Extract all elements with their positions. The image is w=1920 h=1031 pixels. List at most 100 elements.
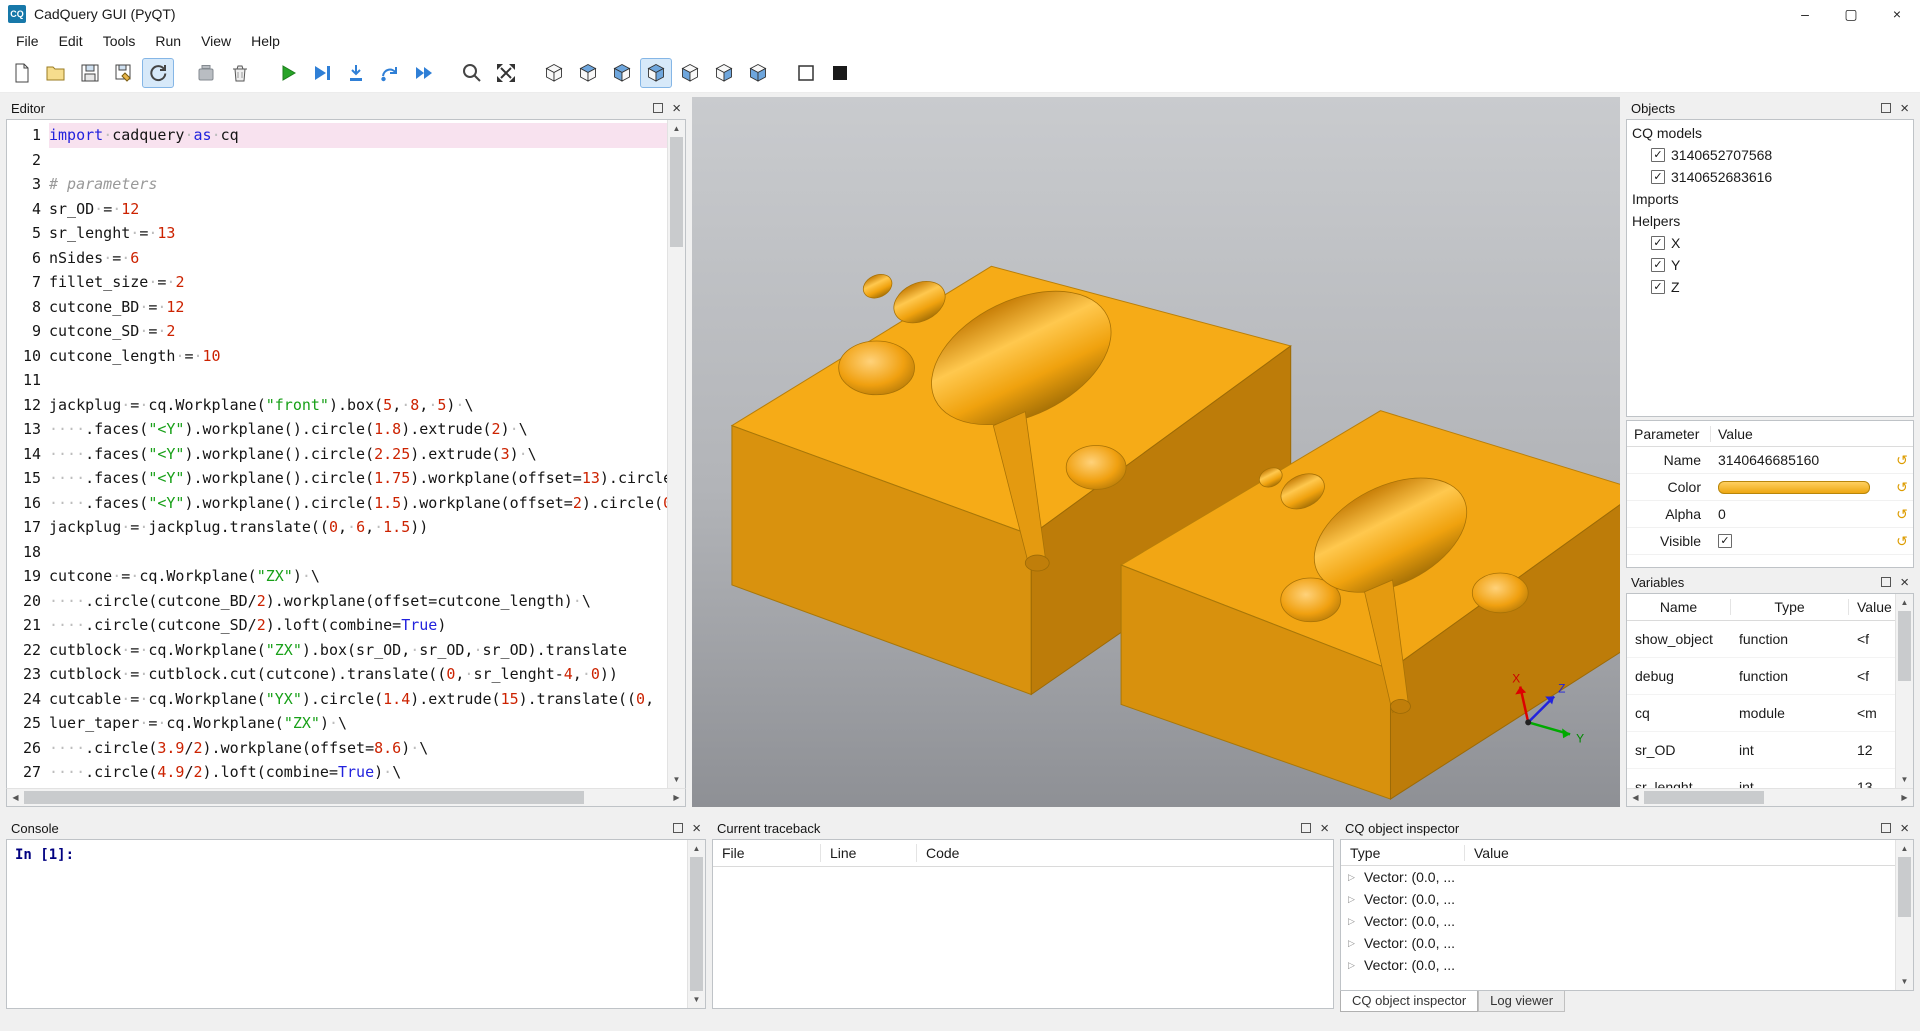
step-button[interactable]: [340, 58, 372, 88]
save-button[interactable]: [74, 58, 106, 88]
checkbox[interactable]: ✓: [1651, 148, 1665, 162]
shaded-button[interactable]: [824, 58, 856, 88]
variables-vscrollbar[interactable]: ▲ ▼: [1895, 594, 1913, 788]
float-panel-icon[interactable]: [1881, 577, 1891, 587]
variable-row[interactable]: sr_lenghtint13: [1627, 769, 1895, 788]
column-header[interactable]: Value: [1849, 599, 1895, 615]
view-top-button[interactable]: [572, 58, 604, 88]
scroll-thumb[interactable]: [1898, 611, 1911, 681]
code-line[interactable]: 14····.faces("<Y").workplane().circle(2.…: [7, 442, 667, 467]
code-line[interactable]: 20····.circle(cutcone_BD/2).workplane(of…: [7, 589, 667, 614]
checkbox[interactable]: ✓: [1651, 280, 1665, 294]
checkbox[interactable]: ✓: [1651, 258, 1665, 272]
variables-hscrollbar[interactable]: ◀ ▶: [1627, 788, 1913, 806]
reset-icon[interactable]: ↺: [1891, 533, 1913, 550]
inspector-row[interactable]: ▷Vector: (0.0, ...: [1341, 888, 1895, 910]
editor-hscrollbar[interactable]: ◀ ▶: [6, 788, 686, 807]
new-file-button[interactable]: [6, 58, 38, 88]
code-line[interactable]: 3# parameters: [7, 172, 667, 197]
column-header[interactable]: Value: [1711, 426, 1753, 442]
scroll-left-icon[interactable]: ◀: [1627, 789, 1644, 806]
param-row[interactable]: Name3140646685160↺: [1627, 447, 1913, 474]
checkbox[interactable]: ✓: [1651, 170, 1665, 184]
variable-row[interactable]: debugfunction<f: [1627, 658, 1895, 695]
code-line[interactable]: 1import·cadquery·as·cq: [7, 123, 667, 148]
console-prompt[interactable]: In [1]:: [7, 840, 687, 1008]
reset-icon[interactable]: ↺: [1891, 452, 1913, 469]
code-line[interactable]: 11: [7, 368, 667, 393]
scroll-down-icon[interactable]: ▼: [668, 771, 685, 788]
code-line[interactable]: 6nSides·=·6: [7, 246, 667, 271]
view-iso-button[interactable]: [538, 58, 570, 88]
menu-item-file[interactable]: File: [6, 30, 49, 52]
variable-row[interactable]: sr_ODint12: [1627, 732, 1895, 769]
step-next-button[interactable]: [374, 58, 406, 88]
menu-item-view[interactable]: View: [191, 30, 241, 52]
tab-log-viewer[interactable]: Log viewer: [1478, 991, 1565, 1012]
scroll-thumb[interactable]: [670, 137, 683, 247]
code-line[interactable]: 19cutcone·=·cq.Workplane("ZX")·\: [7, 564, 667, 589]
reset-icon[interactable]: ↺: [1891, 506, 1913, 523]
continue-button[interactable]: [408, 58, 440, 88]
code-line[interactable]: 18: [7, 540, 667, 565]
column-header[interactable]: Name: [1627, 599, 1731, 615]
code-line[interactable]: 7fillet_size·=·2: [7, 270, 667, 295]
menu-item-run[interactable]: Run: [145, 30, 191, 52]
code-line[interactable]: 27····.circle(4.9/2).loft(combine=True)·…: [7, 760, 667, 785]
viewport-3d[interactable]: X Z Y: [692, 97, 1620, 807]
inspector-row[interactable]: ▷Vector: (0.0, ...: [1341, 932, 1895, 954]
scroll-up-icon[interactable]: ▲: [688, 840, 705, 857]
expander-icon[interactable]: ▷: [1348, 938, 1362, 949]
wireframe-button[interactable]: [790, 58, 822, 88]
code-line[interactable]: 21····.circle(cutcone_SD/2).loft(combine…: [7, 613, 667, 638]
view-right-button[interactable]: [640, 58, 672, 88]
tree-item-helpers[interactable]: Helpers: [1627, 210, 1913, 232]
column-header[interactable]: Value: [1465, 845, 1895, 861]
scroll-down-icon[interactable]: ▼: [1896, 771, 1913, 788]
zoom-button[interactable]: [456, 58, 488, 88]
delete-button[interactable]: [224, 58, 256, 88]
code-line[interactable]: 17jackplug·=·jackplug.translate((0,·6,·1…: [7, 515, 667, 540]
code-line[interactable]: 10cutcone_length·=·10: [7, 344, 667, 369]
scroll-down-icon[interactable]: ▼: [688, 991, 705, 1008]
view-back-button[interactable]: [708, 58, 740, 88]
tree-item-y[interactable]: ✓Y: [1627, 254, 1913, 276]
clean-button[interactable]: [190, 58, 222, 88]
console-vscrollbar[interactable]: ▲ ▼: [687, 840, 705, 1008]
code-line[interactable]: 8cutcone_BD·=·12: [7, 295, 667, 320]
scroll-thumb[interactable]: [1898, 857, 1911, 917]
param-value[interactable]: ✓: [1711, 534, 1891, 548]
column-header[interactable]: File: [713, 844, 821, 862]
scroll-thumb[interactable]: [24, 791, 584, 804]
debug-button[interactable]: [306, 58, 338, 88]
editor-vscrollbar[interactable]: ▲ ▼: [667, 120, 685, 788]
inspector-row[interactable]: ▷Vector: (0.0, ...: [1341, 866, 1895, 888]
float-panel-icon[interactable]: [673, 823, 683, 833]
menu-item-tools[interactable]: Tools: [93, 30, 146, 52]
close-panel-icon[interactable]: ×: [1900, 575, 1909, 590]
editor-code[interactable]: 1import·cadquery·as·cq23# parameters4sr_…: [7, 120, 667, 788]
variables-panel-titlebar[interactable]: Variables ×: [1626, 571, 1914, 593]
variable-row[interactable]: cqmodule<m: [1627, 695, 1895, 732]
column-header[interactable]: Parameter: [1627, 426, 1711, 442]
param-row[interactable]: Color↺: [1627, 474, 1913, 501]
view-left-button[interactable]: [606, 58, 638, 88]
code-line[interactable]: 22cutblock·=·cq.Workplane("ZX").box(sr_O…: [7, 638, 667, 663]
tree-item-z[interactable]: ✓Z: [1627, 276, 1913, 298]
code-line[interactable]: 16····.faces("<Y").workplane().circle(1.…: [7, 491, 667, 516]
code-line[interactable]: 23cutblock·=·cutblock.cut(cutcone).trans…: [7, 662, 667, 687]
minimize-button[interactable]: –: [1782, 0, 1828, 28]
tree-item-3140652707568[interactable]: ✓3140652707568: [1627, 144, 1913, 166]
variable-row[interactable]: show_objectfunction<f: [1627, 621, 1895, 658]
close-panel-icon[interactable]: ×: [1900, 821, 1909, 836]
column-header[interactable]: Code: [917, 844, 1333, 862]
scroll-up-icon[interactable]: ▲: [668, 120, 685, 137]
console-panel-titlebar[interactable]: Console ×: [6, 817, 706, 839]
close-panel-icon[interactable]: ×: [692, 821, 701, 836]
reset-icon[interactable]: ↺: [1891, 479, 1913, 496]
float-panel-icon[interactable]: [1881, 103, 1891, 113]
param-value[interactable]: [1711, 481, 1891, 494]
close-button[interactable]: ×: [1874, 0, 1920, 28]
tree-item-x[interactable]: ✓X: [1627, 232, 1913, 254]
float-panel-icon[interactable]: [653, 103, 663, 113]
